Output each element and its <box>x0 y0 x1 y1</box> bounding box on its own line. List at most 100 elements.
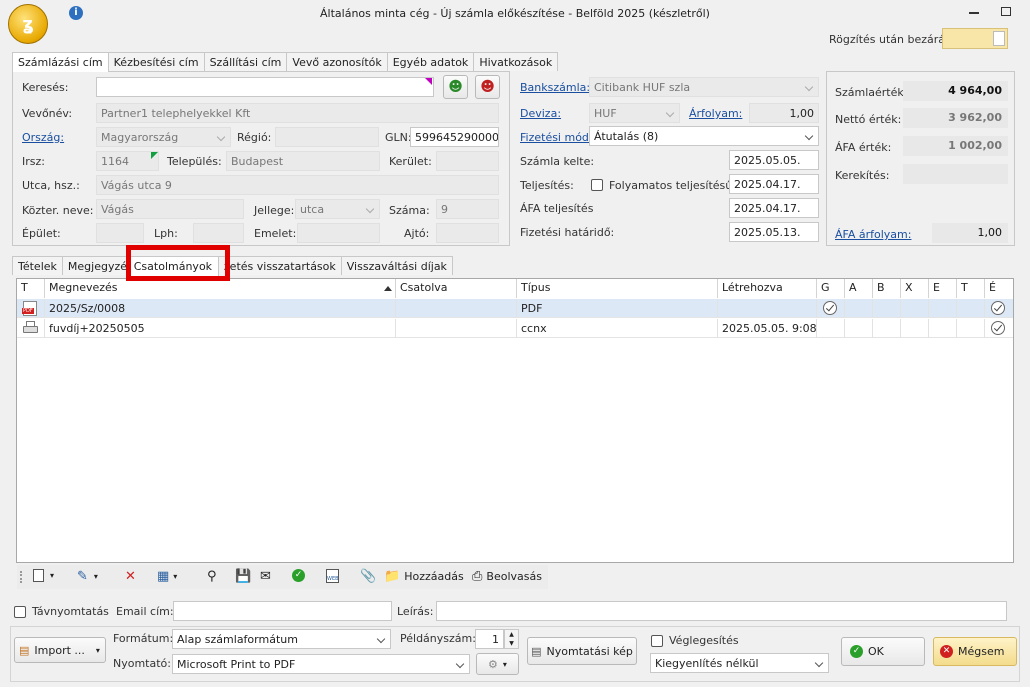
tab-references[interactable]: Hivatkozások <box>473 52 559 71</box>
col-header-t2[interactable]: T <box>957 279 985 298</box>
print-preview-icon: ▤ <box>531 644 542 658</box>
email-input[interactable] <box>173 601 392 621</box>
tab-redemption-fees[interactable]: Visszaváltási díjak <box>340 256 453 275</box>
tab-delivery-address[interactable]: Kézbesítési cím <box>107 52 205 71</box>
remove-partner-button[interactable]: ☻ <box>475 75 500 99</box>
printer-label: Nyomtató: <box>113 657 171 670</box>
zip-label: Irsz: <box>22 155 45 168</box>
attachments-grid: T Megnevezés Csatolva Típus Létrehozva G… <box>16 278 1014 563</box>
col-header-final[interactable]: É <box>985 279 1013 298</box>
col-header-name[interactable]: Megnevezés <box>45 279 396 298</box>
printer-select[interactable]: Microsoft Print to PDF <box>172 654 470 674</box>
col-header-t[interactable]: T <box>17 279 45 298</box>
new-button[interactable]: ▾ <box>33 569 54 582</box>
tab-customer-ids[interactable]: Vevő azonosítók <box>286 52 388 71</box>
copies-label: Példányszám: <box>400 632 476 645</box>
approve-button[interactable]: ✓ <box>292 569 305 582</box>
copies-spinner[interactable]: ▲ ▼ <box>504 629 519 649</box>
col-header-attached[interactable]: Csatolva <box>396 279 517 298</box>
web-button[interactable]: WEB <box>326 569 339 583</box>
description-input[interactable] <box>436 601 1007 621</box>
currency-label[interactable]: Deviza: <box>520 107 561 120</box>
delete-button[interactable]: ✕ <box>125 569 136 584</box>
city-field: Budapest <box>226 151 380 171</box>
format-select[interactable]: Alap számlaformátum <box>172 629 391 649</box>
vat-rate-label[interactable]: ÁFA árfolyam: <box>835 228 911 241</box>
search-input[interactable] <box>96 77 434 97</box>
type-select[interactable]: utca <box>295 199 380 219</box>
tab-other-data[interactable]: Egyéb adatok <box>386 52 475 71</box>
minimize-icon[interactable] <box>969 12 979 14</box>
email-button[interactable]: ✉ <box>260 569 271 584</box>
floor-field <box>297 223 380 243</box>
table-row[interactable]: fuvdíj+20250505 ccnx 2025.05.05. 9:08 <box>17 319 1013 338</box>
ok-button[interactable]: ✓ OK <box>841 637 925 666</box>
invoice-date-field[interactable]: 2025.05.05. <box>729 150 819 170</box>
vat-perf-label: ÁFA teljesítés <box>520 202 594 215</box>
window-title: Általános minta cég - Új számla előkészí… <box>320 7 710 20</box>
currency-select[interactable]: HUF <box>589 103 680 123</box>
gln-field[interactable]: 5996452900003 <box>410 127 499 147</box>
country-label[interactable]: Ország: <box>22 131 64 144</box>
stair-field <box>193 223 244 243</box>
col-header-b[interactable]: B <box>873 279 901 298</box>
col-header-g[interactable]: G <box>817 279 845 298</box>
performance-date-field[interactable]: 2025.04.17. <box>729 174 819 194</box>
col-header-x[interactable]: X <box>901 279 929 298</box>
edit-button[interactable]: ✎ ▾ <box>77 569 98 584</box>
col-header-e[interactable]: E <box>929 279 957 298</box>
edit-icon: ✎ <box>77 569 88 584</box>
due-date-field[interactable]: 2025.05.13. <box>729 222 819 242</box>
row-created: 2025.05.05. 9:08 <box>718 319 817 338</box>
table-row[interactable]: PDF 2025/Sz/0008 PDF <box>17 299 1013 318</box>
add-attachment-button[interactable]: 📁 Hozzáadás <box>384 569 464 584</box>
col-header-type[interactable]: Típus <box>517 279 718 298</box>
bank-select[interactable]: Citibank HUF szla <box>589 77 819 97</box>
copies-input[interactable]: 1 <box>475 629 504 649</box>
floor-label: Emelet: <box>254 227 297 240</box>
tab-payment-retention[interactable]: zetés visszatartások <box>217 256 342 275</box>
printer-settings-button[interactable]: ⚙ ▾ <box>476 653 519 675</box>
row-final-cell[interactable] <box>985 299 1013 318</box>
row-type: ccnx <box>517 319 718 338</box>
continuous-checkbox[interactable] <box>591 178 603 191</box>
tab-billing-address[interactable]: Számlázási cím <box>12 52 109 72</box>
restore-icon[interactable] <box>1001 7 1011 16</box>
scan-button[interactable]: ⎙ Beolvasás <box>472 569 542 584</box>
col-header-a[interactable]: A <box>845 279 873 298</box>
settlement-select[interactable]: Kiegyenlítés nélkül <box>650 653 829 673</box>
view-button[interactable]: ▦ ▾ <box>157 569 177 584</box>
row-final-cell[interactable] <box>985 319 1013 338</box>
invoice-total-label: Számlaérték: <box>835 86 908 99</box>
cancel-button[interactable]: ✕ Mégsem <box>933 637 1017 666</box>
print-preview-button[interactable]: ▤ Nyomtatási kép <box>527 637 637 665</box>
rate-label[interactable]: Árfolyam: <box>689 107 742 120</box>
add-partner-button[interactable]: ☻ <box>443 75 468 99</box>
search-marker-icon <box>425 78 432 85</box>
method-select[interactable]: Átutalás (8) <box>589 126 819 146</box>
remote-print-checkbox[interactable] <box>14 605 26 618</box>
info-icon[interactable]: i <box>69 6 83 20</box>
close-after-toggle[interactable] <box>942 28 1008 49</box>
import-icon: ▤ <box>19 643 30 657</box>
tab-items[interactable]: Tételek <box>12 256 63 275</box>
save-button[interactable]: 💾 <box>235 569 251 584</box>
import-button[interactable]: ▤ Import ... ▾ <box>14 637 106 663</box>
search-button[interactable]: ⚲ <box>207 569 217 584</box>
attach-button[interactable]: 📎 <box>360 569 376 584</box>
net-total-label: Nettó érték: <box>835 113 902 126</box>
finalize-checkbox[interactable] <box>651 634 663 647</box>
method-label[interactable]: Fizetési mód: <box>520 131 593 144</box>
col-header-created[interactable]: Létrehozva <box>718 279 817 298</box>
vat-total-label: ÁFA érték: <box>835 141 892 154</box>
attachments-highlight-box <box>126 245 230 281</box>
region-field <box>275 127 379 147</box>
country-select[interactable]: Magyarország <box>96 127 231 147</box>
tab-notes[interactable]: Megjegyzése <box>61 256 128 275</box>
tab-shipping-address[interactable]: Szállítási cím <box>203 52 288 71</box>
bank-label[interactable]: Bankszámla: <box>520 81 590 94</box>
row-attached <box>396 319 517 338</box>
vat-perf-date-field[interactable]: 2025.04.17. <box>729 198 819 218</box>
district-field <box>436 151 499 171</box>
row-g-cell[interactable] <box>817 299 845 318</box>
